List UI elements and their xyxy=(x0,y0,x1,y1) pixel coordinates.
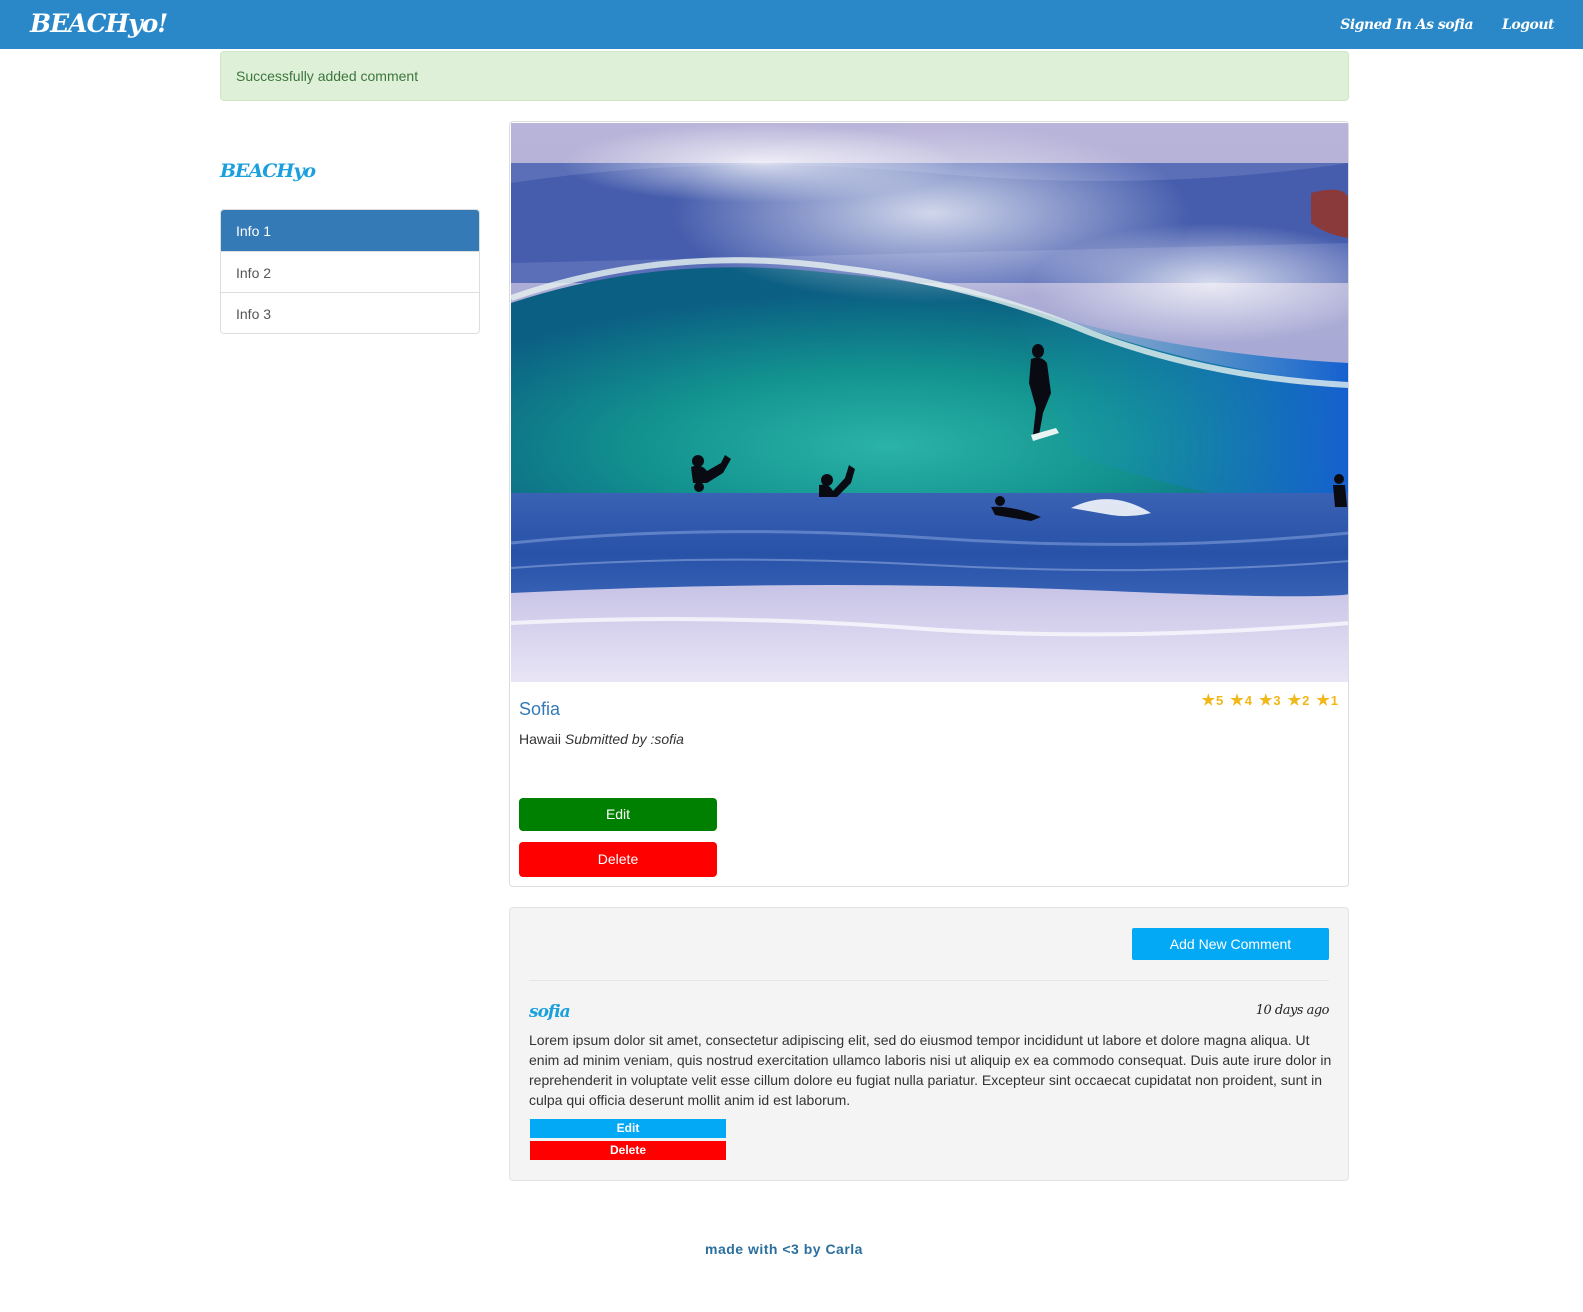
success-alert: Successfully added comment xyxy=(220,51,1349,101)
star-icon: ★ xyxy=(1201,692,1216,709)
star-icon: ★ xyxy=(1287,692,1302,709)
comment-timestamp: 10 days ago xyxy=(1255,1003,1330,1018)
rating-1[interactable]: ★ 1 xyxy=(1316,693,1338,708)
rating-value: 1 xyxy=(1330,693,1338,708)
comments-panel: Add New Comment sofia 10 days ago Lorem … xyxy=(509,907,1349,1181)
beach-location-line: Hawaii Submitted by :sofia xyxy=(519,731,684,747)
sidebar-item-info-2[interactable]: Info 2 xyxy=(221,251,479,292)
divider xyxy=(529,980,1329,981)
nav-right: Signed In As sofia Logout xyxy=(1340,0,1583,49)
star-icon: ★ xyxy=(1258,692,1273,709)
star-icon: ★ xyxy=(1316,692,1330,709)
rating-stars: ★ 5 ★ 4 ★ 3 ★ 2 ★ 1 xyxy=(1202,693,1338,708)
logout-link[interactable]: Logout xyxy=(1502,17,1583,33)
edit-comment-button[interactable]: Edit xyxy=(530,1119,726,1138)
surf-wave-image xyxy=(511,123,1348,682)
rating-value: 5 xyxy=(1216,693,1224,708)
rating-5[interactable]: ★ 5 xyxy=(1202,693,1224,708)
sidebar-list: Info 1 Info 2 Info 3 xyxy=(220,209,480,334)
comment-author: sofia xyxy=(529,1002,571,1022)
brand-logo[interactable]: BEACHyo! xyxy=(30,9,168,38)
rating-2[interactable]: ★ 2 xyxy=(1288,693,1310,708)
delete-comment-button[interactable]: Delete xyxy=(530,1141,726,1160)
sidebar-brand: BEACHyo xyxy=(220,160,316,182)
beach-location: Hawaii xyxy=(519,731,562,747)
navbar: BEACHyo! Signed In As sofia Logout xyxy=(0,0,1583,49)
rating-value: 3 xyxy=(1273,693,1281,708)
star-icon: ★ xyxy=(1230,692,1244,709)
comment-text: Lorem ipsum dolor sit amet, consectetur … xyxy=(529,1032,1332,1108)
beach-card: Sofia ★ 5 ★ 4 ★ 3 ★ 2 ★ 1 Hawaii Submitted by… xyxy=(509,121,1349,887)
rating-4[interactable]: ★ 4 xyxy=(1230,693,1252,708)
submitted-by: Submitted by :sofia xyxy=(564,731,684,747)
delete-beach-button[interactable]: Delete xyxy=(519,842,717,877)
edit-beach-button[interactable]: Edit xyxy=(519,798,717,831)
signed-in-label[interactable]: Signed In As sofia xyxy=(1340,17,1502,33)
footer-credit: made with <3 by Carla xyxy=(705,1241,863,1257)
sidebar-item-info-3[interactable]: Info 3 xyxy=(221,292,479,333)
beach-title[interactable]: Sofia xyxy=(519,699,560,720)
rating-value: 4 xyxy=(1244,693,1252,708)
sidebar-item-info-1[interactable]: Info 1 xyxy=(221,210,479,251)
rating-value: 2 xyxy=(1302,693,1310,708)
rating-3[interactable]: ★ 3 xyxy=(1259,693,1281,708)
add-comment-button[interactable]: Add New Comment xyxy=(1132,928,1329,960)
beach-photo xyxy=(511,123,1348,682)
